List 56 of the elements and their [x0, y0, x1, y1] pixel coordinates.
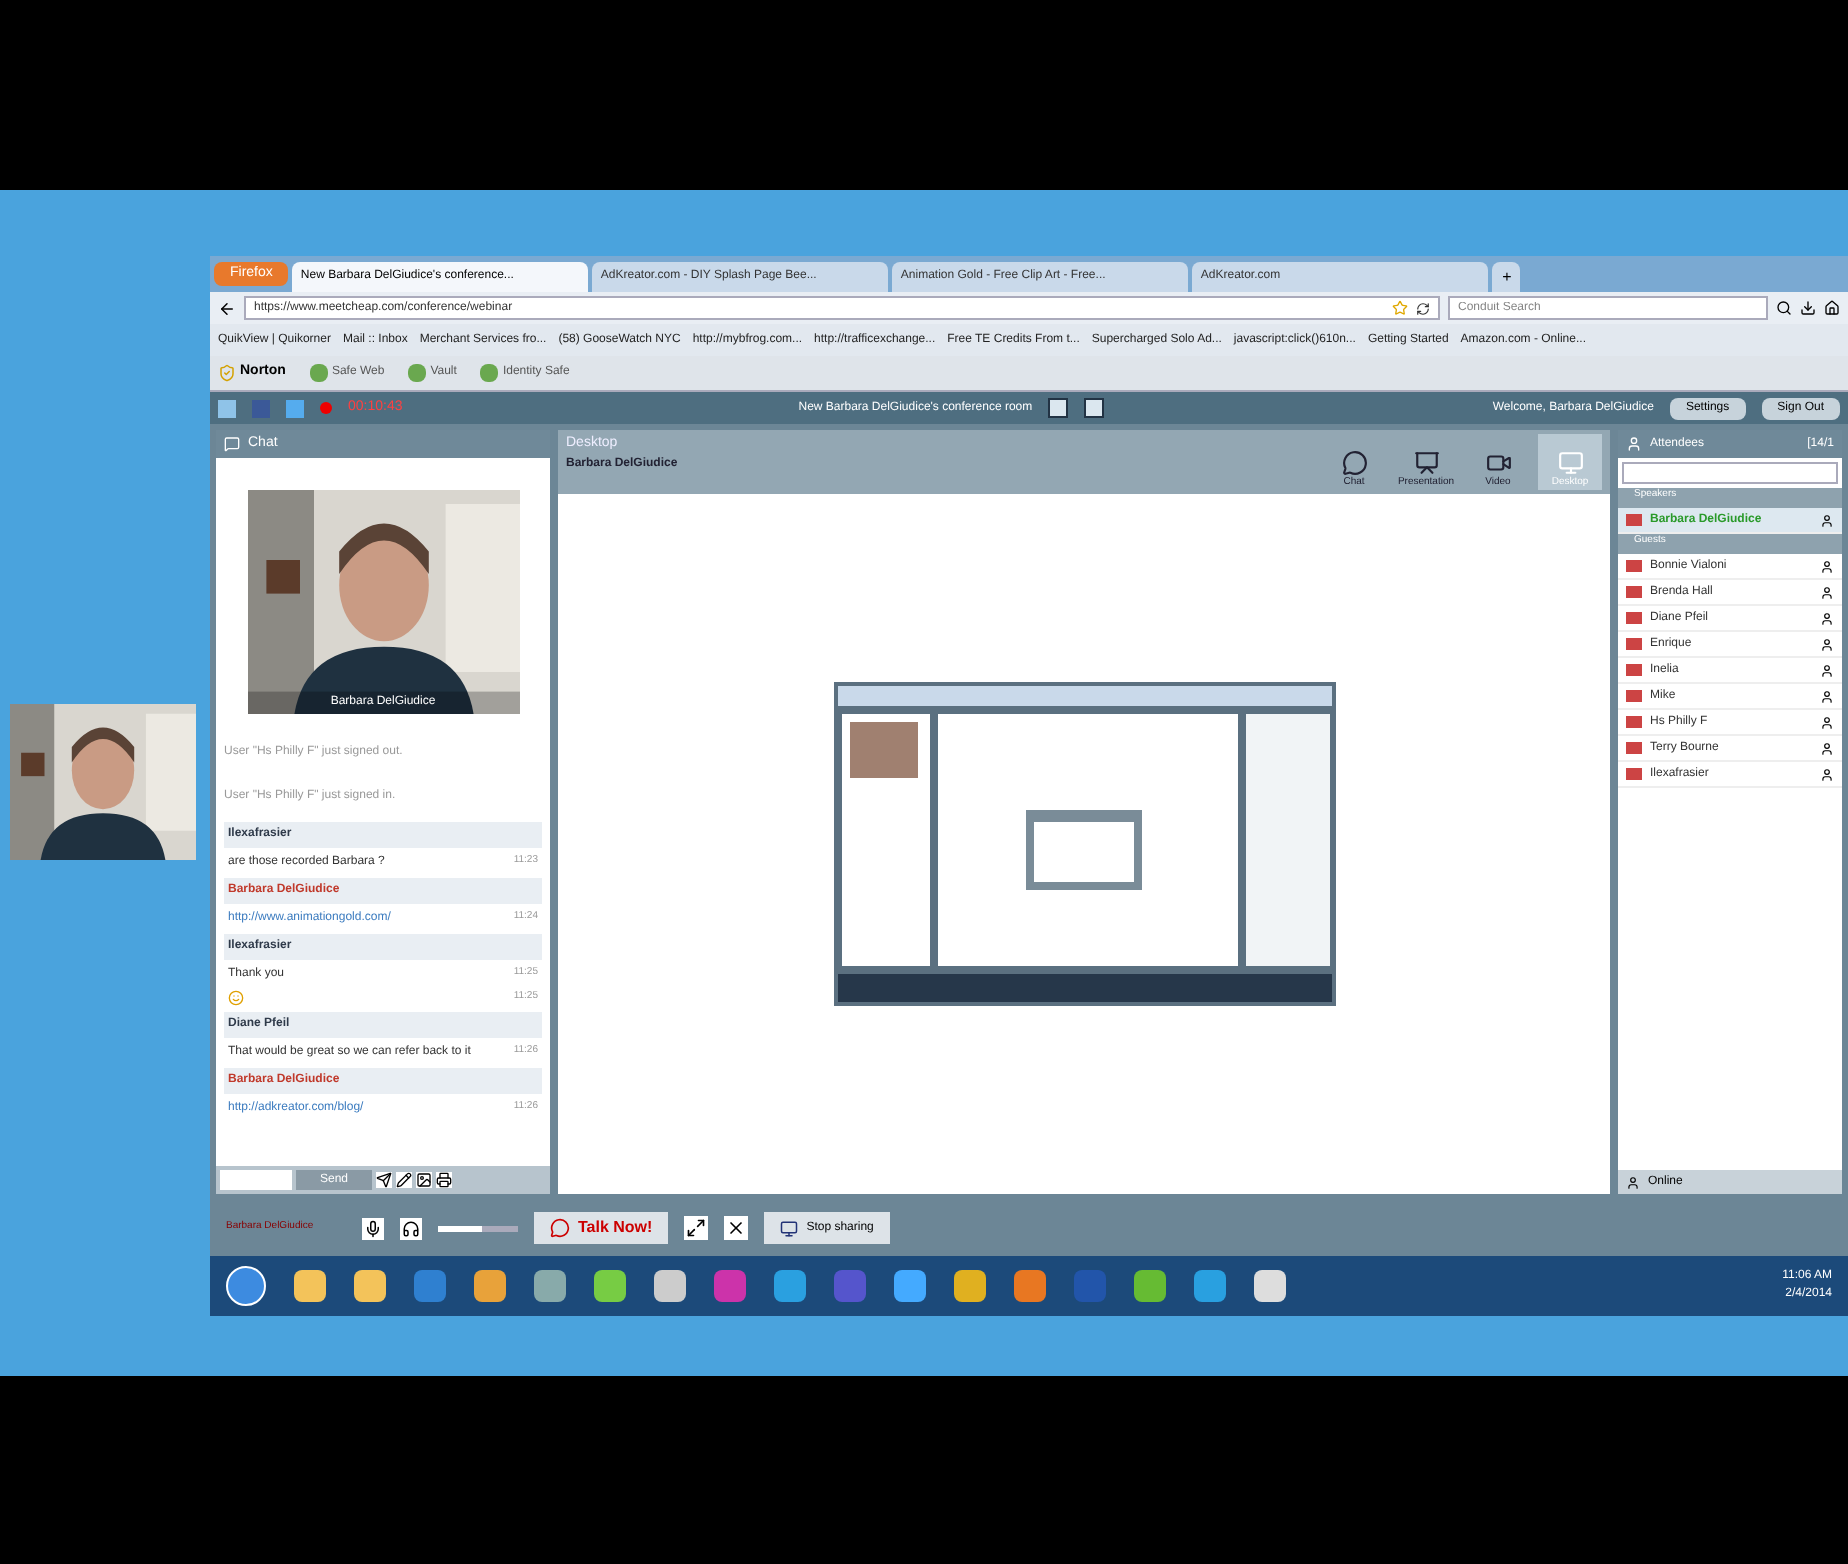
taskbar-app-icon[interactable]: [774, 1270, 806, 1302]
video-camera-icon: [1485, 449, 1511, 475]
tool-icon[interactable]: [396, 1172, 413, 1188]
user-icon: [1820, 611, 1834, 625]
search-field[interactable]: [1622, 462, 1838, 484]
tool-icon[interactable]: [416, 1172, 433, 1188]
user-icon: [1820, 513, 1834, 527]
people-icon: [1626, 436, 1642, 452]
taskbar-app-icon[interactable]: [594, 1270, 626, 1302]
user-icon: [1820, 637, 1834, 651]
home-icon[interactable]: [1824, 300, 1840, 316]
user-icon: [1820, 715, 1834, 729]
taskbar-app-icon[interactable]: [1014, 1270, 1046, 1302]
chat-icon: [224, 436, 240, 452]
user-icon: [1820, 663, 1834, 677]
taskbar-app-icon[interactable]: [534, 1270, 566, 1302]
start-button[interactable]: [226, 1266, 266, 1306]
search-icon[interactable]: [1776, 300, 1792, 316]
back-icon[interactable]: [218, 299, 236, 317]
easel-icon: [1413, 449, 1439, 475]
user-icon: [1820, 767, 1834, 781]
taskbar-app-icon[interactable]: [894, 1270, 926, 1302]
taskbar-app-icon[interactable]: [354, 1270, 386, 1302]
user-icon: [1820, 559, 1834, 573]
smiley-icon: [228, 990, 244, 1006]
taskbar-app-icon[interactable]: [654, 1270, 686, 1302]
flag-icon: [1626, 514, 1642, 526]
tool-icon[interactable]: [436, 1172, 453, 1188]
download-icon[interactable]: [1800, 300, 1816, 316]
speech-bubble-icon: [1341, 449, 1367, 475]
close-icon[interactable]: [724, 1216, 749, 1240]
talk-button[interactable]: Talk Now!: [534, 1212, 669, 1244]
speech-bubble-icon: [550, 1218, 570, 1238]
tool-icon[interactable]: [376, 1172, 393, 1188]
taskbar-app-icon[interactable]: [474, 1270, 506, 1302]
microphone-icon[interactable]: [362, 1217, 384, 1239]
chat-input[interactable]: [220, 1170, 292, 1190]
taskbar-app-icon[interactable]: [1194, 1270, 1226, 1302]
volume-slider[interactable]: [438, 1225, 518, 1231]
star-icon[interactable]: [1392, 300, 1408, 316]
user-icon: [1820, 585, 1834, 599]
taskbar-app-icon[interactable]: [1134, 1270, 1166, 1302]
user-icon: [1626, 1175, 1640, 1189]
taskbar-app-icon[interactable]: [1254, 1270, 1286, 1302]
checkmark-icon: [218, 364, 236, 382]
user-icon: [1820, 689, 1834, 703]
taskbar-app-icon[interactable]: [294, 1270, 326, 1302]
headphones-icon[interactable]: [400, 1217, 422, 1239]
reload-icon[interactable]: [1416, 301, 1430, 315]
monitor-icon: [780, 1219, 799, 1237]
taskbar-app-icon[interactable]: [954, 1270, 986, 1302]
recording-icon: [320, 402, 332, 414]
expand-icon[interactable]: [684, 1216, 709, 1240]
new-tab-button[interactable]: +: [1492, 262, 1521, 292]
user-icon: [1820, 741, 1834, 755]
monitor-icon: [1557, 449, 1583, 475]
